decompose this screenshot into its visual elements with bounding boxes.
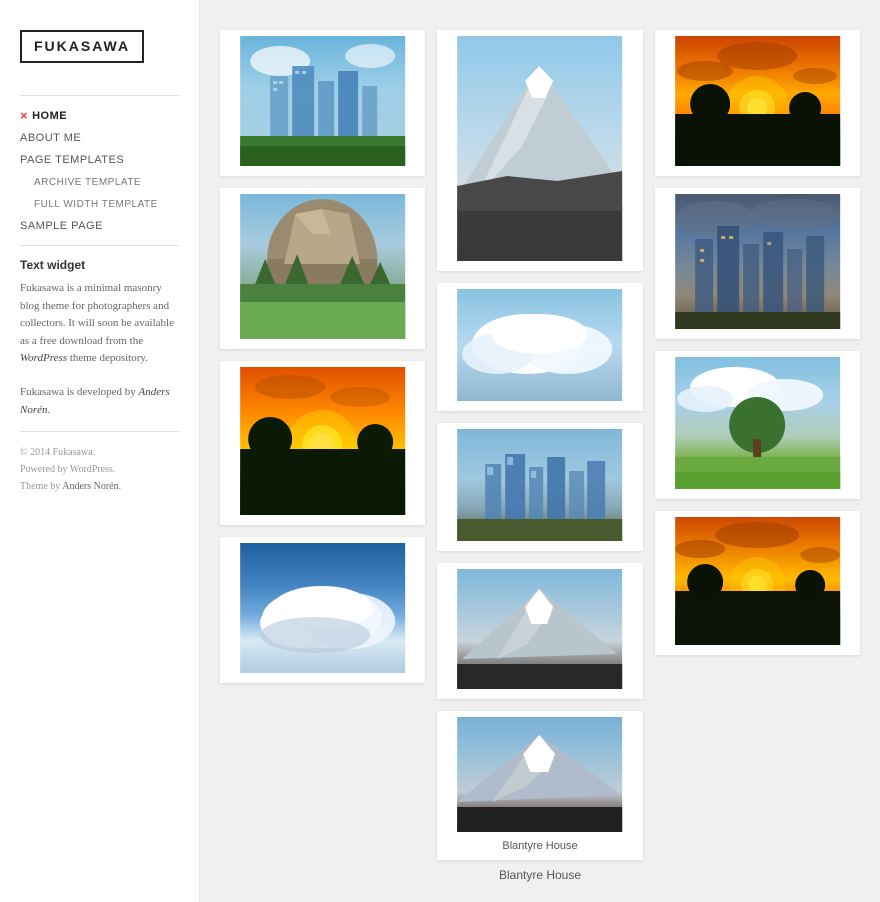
nav-link-archive[interactable]: ARCHIVE TEMPLATE [34,177,141,188]
photo-card[interactable] [220,30,425,176]
widget-text-2: theme depository. [67,352,148,364]
masonry-grid: Blantyre House [220,30,860,860]
widget-text-4: . [48,404,51,416]
anders-link-2[interactable]: Anders Norén [62,481,118,492]
photo-image [443,289,636,405]
main-content: Blantyre House [200,0,880,902]
copyright: © 2014 Fukasawa. [20,444,179,461]
widget-text-1: Fukasawa is a minimal masonry blog theme… [20,282,174,347]
nav-link-page-templates[interactable]: PAGE TEMPLATES [20,154,124,166]
powered-by: Powered by WordPress. [20,461,179,478]
photo-caption: Blantyre House [443,836,636,854]
nav-link-about[interactable]: ABOUT ME [20,132,81,144]
widget-credit: Fukasawa is developed by Anders Norén. [20,384,179,419]
nav-item-sample[interactable]: SAMPLE PAGE [20,217,179,233]
photo-image [443,429,636,545]
masonry-col-3 [655,30,860,655]
logo-text: FUKASAWA [34,38,130,54]
photo-image [661,194,854,333]
photo-image [661,357,854,493]
divider-2 [20,245,179,246]
logo[interactable]: FUKASAWA [20,30,144,63]
bottom-caption: Blantyre House [220,868,860,882]
nav-list: HOME ABOUT ME PAGE TEMPLATES ARCHIVE TEM… [20,108,179,233]
photo-image [226,367,419,519]
nav-item-page-templates[interactable]: PAGE TEMPLATES [20,151,179,167]
nav-item-home[interactable]: HOME [20,108,179,123]
masonry-col-1 [220,30,425,683]
widget-description: Fukasawa is a minimal masonry blog theme… [20,280,179,368]
photo-card[interactable] [655,351,860,499]
photo-image [226,543,419,677]
nav-item-full-width[interactable]: FULL WIDTH TEMPLATE [34,195,179,211]
nav-link-home[interactable]: HOME [20,108,179,123]
photo-image [443,717,636,836]
photo-image [226,194,419,343]
nav-link-full-width[interactable]: FULL WIDTH TEMPLATE [34,199,158,210]
sidebar: FUKASAWA HOME ABOUT ME PAGE TEMPLATES AR… [0,0,200,902]
photo-card[interactable] [437,30,642,271]
divider-3 [20,431,179,432]
photo-card[interactable] [655,188,860,339]
nav-item-about[interactable]: ABOUT ME [20,129,179,145]
widget-text-3: Fukasawa is developed by [20,386,139,398]
nav-item-archive[interactable]: ARCHIVE TEMPLATE [34,173,179,189]
photo-image [443,569,636,693]
masonry-col-2: Blantyre House [437,30,642,860]
photo-image [443,36,636,265]
photo-image [661,36,854,170]
photo-card-caption[interactable]: Blantyre House [437,711,642,860]
photo-image [226,36,419,170]
photo-card[interactable] [220,537,425,683]
page-wrapper: FUKASAWA HOME ABOUT ME PAGE TEMPLATES AR… [0,0,880,902]
photo-image [661,517,854,649]
photo-card[interactable] [655,511,860,655]
theme-by: Theme by Anders Norén. [20,478,179,495]
widget-title: Text widget [20,258,179,272]
photo-card[interactable] [437,423,642,551]
nav-link-sample[interactable]: SAMPLE PAGE [20,220,103,232]
text-widget: Text widget Fukasawa is a minimal masonr… [20,258,179,419]
photo-card[interactable] [437,283,642,411]
wordpress-link[interactable]: WordPress [20,352,67,364]
blantyre-caption: Blantyre House [499,868,581,882]
photo-card[interactable] [655,30,860,176]
photo-card[interactable] [220,361,425,525]
photo-card[interactable] [220,188,425,349]
sidebar-footer: © 2014 Fukasawa. Powered by WordPress. T… [20,444,179,495]
main-nav: HOME ABOUT ME PAGE TEMPLATES ARCHIVE TEM… [20,108,179,233]
photo-card[interactable] [437,563,642,699]
divider-1 [20,95,179,96]
